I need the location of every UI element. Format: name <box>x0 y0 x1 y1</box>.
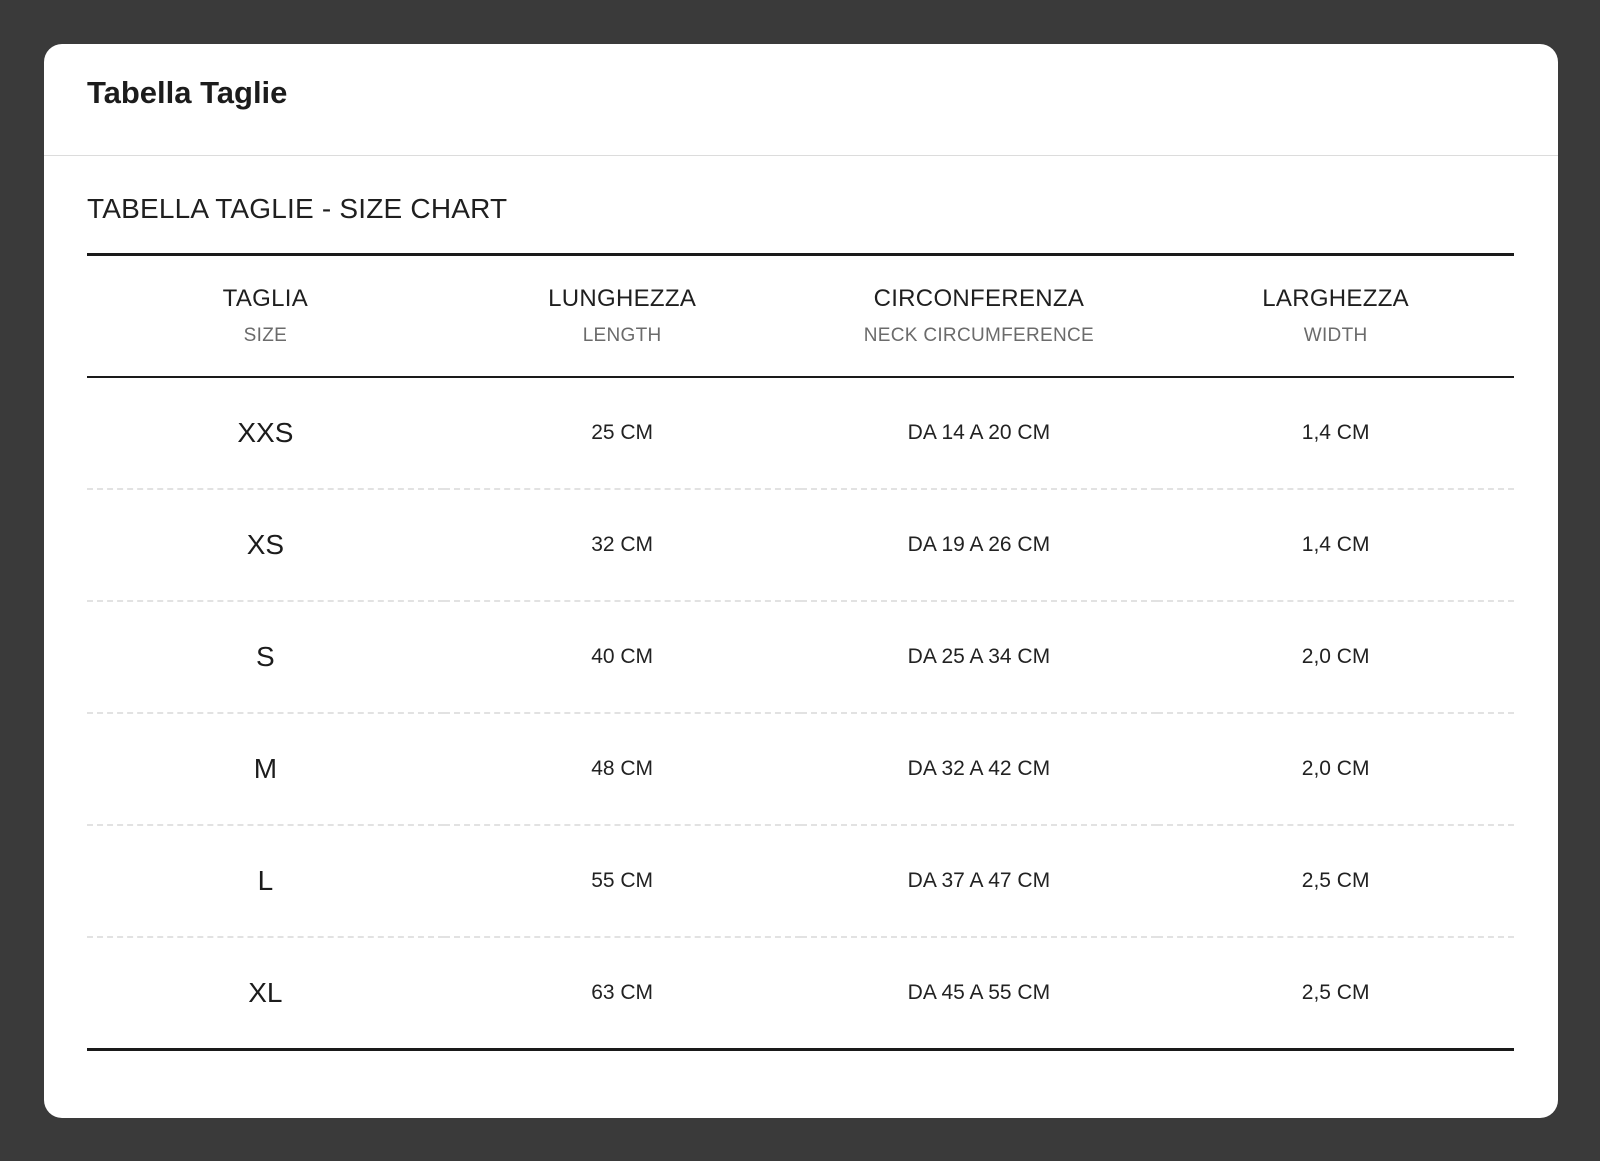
column-header-sublabel: SIZE <box>243 325 288 346</box>
size-cell: XL <box>248 977 283 1008</box>
column-header-width: LARGHEZZA WIDTH <box>1157 255 1514 378</box>
table-row: M 48 CM DA 32 A 42 CM 2,0 CM <box>87 713 1514 825</box>
size-chart-modal: Tabella Taglie TABELLA TAGLIE - SIZE CHA… <box>44 44 1558 1118</box>
neck-cell: DA 37 A 47 CM <box>907 869 1051 892</box>
column-header-label: LARGHEZZA <box>1262 285 1409 312</box>
width-cell: 2,0 CM <box>1301 757 1370 780</box>
size-cell: M <box>253 753 278 784</box>
column-header-label: TAGLIA <box>222 285 309 312</box>
width-cell: 1,4 CM <box>1301 421 1370 444</box>
length-cell: 55 CM <box>591 869 654 892</box>
size-cell: XXS <box>237 417 294 448</box>
modal-body: TABELLA TAGLIE - SIZE CHART TAGLIA SIZE … <box>44 192 1558 1051</box>
table-row: L 55 CM DA 37 A 47 CM 2,5 CM <box>87 825 1514 937</box>
neck-cell: DA 19 A 26 CM <box>907 533 1051 556</box>
column-header-length: LUNGHEZZA LENGTH <box>444 255 801 378</box>
column-header-sublabel: WIDTH <box>1303 325 1368 346</box>
modal-header: Tabella Taglie <box>44 44 1558 156</box>
table-row: XL 63 CM DA 45 A 55 CM 2,5 CM <box>87 937 1514 1050</box>
length-cell: 48 CM <box>591 757 654 780</box>
width-cell: 2,0 CM <box>1301 645 1370 668</box>
size-cell: L <box>257 865 274 896</box>
column-header-sublabel: LENGTH <box>582 325 662 346</box>
length-cell: 40 CM <box>591 645 654 668</box>
size-chart-heading: TABELLA TAGLIE - SIZE CHART <box>87 193 508 224</box>
table-row: XXS 25 CM DA 14 A 20 CM 1,4 CM <box>87 377 1514 489</box>
column-header-size: TAGLIA SIZE <box>87 255 444 378</box>
neck-cell: DA 45 A 55 CM <box>907 981 1051 1004</box>
neck-cell: DA 32 A 42 CM <box>907 757 1051 780</box>
neck-cell: DA 14 A 20 CM <box>907 421 1051 444</box>
column-header-neck: CIRCONFERENZA NECK CIRCUMFERENCE <box>801 255 1158 378</box>
size-cell: XS <box>246 529 285 560</box>
column-header-label: CIRCONFERENZA <box>873 285 1085 312</box>
table-row: S 40 CM DA 25 A 34 CM 2,0 CM <box>87 601 1514 713</box>
neck-cell: DA 25 A 34 CM <box>907 645 1051 668</box>
length-cell: 32 CM <box>591 533 654 556</box>
modal-title: Tabella Taglie <box>87 74 288 110</box>
column-header-label: LUNGHEZZA <box>548 285 697 312</box>
length-cell: 63 CM <box>591 981 654 1004</box>
width-cell: 2,5 CM <box>1301 981 1370 1004</box>
table-header-row: TAGLIA SIZE LUNGHEZZA LENGTH CIRCONFEREN… <box>87 254 1514 378</box>
width-cell: 2,5 CM <box>1301 869 1370 892</box>
width-cell: 1,4 CM <box>1301 533 1370 556</box>
column-header-sublabel: NECK CIRCUMFERENCE <box>863 325 1094 346</box>
size-cell: S <box>256 641 275 672</box>
size-table: TAGLIA SIZE LUNGHEZZA LENGTH CIRCONFEREN… <box>87 253 1514 1051</box>
table-row: XS 32 CM DA 19 A 26 CM 1,4 CM <box>87 489 1514 601</box>
length-cell: 25 CM <box>591 421 654 444</box>
